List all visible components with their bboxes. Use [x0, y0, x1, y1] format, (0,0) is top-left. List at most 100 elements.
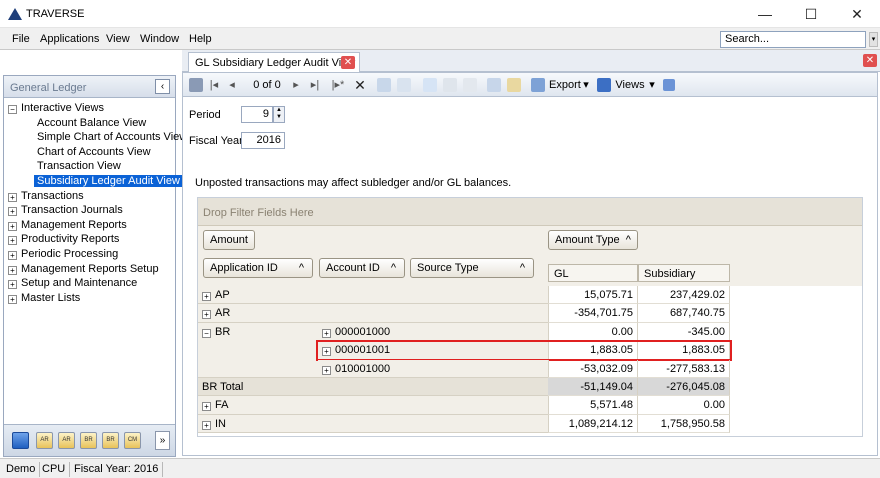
row-header-ar[interactable]: + AR — [198, 304, 548, 323]
search-input[interactable]: Search... — [720, 31, 866, 48]
close-tab-icon[interactable]: ✕ — [341, 56, 355, 69]
new-record-icon[interactable]: |▸* — [331, 77, 345, 93]
last-record-icon[interactable]: ▸| — [309, 77, 321, 93]
properties-icon[interactable] — [377, 78, 391, 92]
export-button[interactable]: Export — [549, 77, 581, 93]
cell-fa-gl[interactable]: 5,571.48 — [548, 396, 638, 415]
tab-gl-subsidiary-ledger-audit-view[interactable]: GL Subsidiary Ledger Audit View ✕ — [188, 52, 360, 72]
cell-ap-gl[interactable]: 15,075.71 — [548, 286, 638, 305]
expand-icon[interactable]: + — [8, 236, 17, 246]
menu-window[interactable]: Window — [140, 33, 179, 45]
tree-item-transaction-view[interactable]: Transaction View — [8, 159, 174, 174]
cell-br-000001000-gl[interactable]: 0.00 — [548, 322, 638, 342]
close-window-button[interactable]: ✕ — [834, 0, 880, 28]
subsidiary-column-header[interactable]: Subsidiary — [638, 264, 730, 282]
row-header-in[interactable]: + IN — [198, 414, 548, 434]
export-dropdown-icon[interactable]: ▾ — [581, 77, 591, 93]
export-icon[interactable] — [531, 78, 545, 92]
tree-item-transactions[interactable]: + Transactions — [8, 189, 174, 204]
settings-icon[interactable] — [443, 78, 457, 92]
menu-applications[interactable]: Applications — [40, 33, 99, 45]
next-record-icon[interactable]: ▸ — [291, 77, 301, 93]
expand-icon[interactable]: + — [8, 221, 17, 231]
row-header-ap[interactable]: + AP — [198, 286, 548, 305]
cell-in-subsidiary[interactable]: 1,758,950.58 — [638, 414, 730, 434]
undo-icon[interactable] — [397, 78, 411, 92]
refresh-icon[interactable] — [663, 79, 675, 91]
minimize-button[interactable]: — — [742, 0, 788, 28]
cell-ar-gl[interactable]: -354,701.75 — [548, 304, 638, 323]
tree-item-setup-and-maintenance[interactable]: + Setup and Maintenance — [8, 276, 174, 291]
collapse-icon[interactable]: − — [202, 328, 211, 338]
cell-fa-subsidiary[interactable]: 0.00 — [638, 396, 730, 415]
window-list-icon[interactable] — [12, 432, 29, 449]
expand-icon[interactable]: + — [8, 192, 17, 202]
menu-view[interactable]: View — [106, 33, 130, 45]
cell-ap-subsidiary[interactable]: 237,429.02 — [638, 286, 730, 305]
menu-file[interactable]: File — [12, 33, 30, 45]
expand-icon[interactable]: + — [202, 310, 211, 320]
tree-item-management-reports[interactable]: + Management Reports — [8, 218, 174, 233]
paste-icon[interactable] — [507, 78, 521, 92]
br-module-button-2[interactable]: BR — [102, 432, 119, 449]
row-header-br[interactable]: − BR — [198, 322, 318, 378]
views-dropdown-icon[interactable]: ▾ — [647, 77, 657, 93]
tree-item-master-lists[interactable]: + Master Lists — [8, 291, 174, 306]
save-icon[interactable] — [189, 78, 203, 92]
tree-item-management-reports-setup[interactable]: + Management Reports Setup — [8, 262, 174, 277]
gl-column-header[interactable]: GL — [548, 264, 638, 282]
tree-item-simple-chart-of-accounts-view[interactable]: Simple Chart of Accounts View — [8, 130, 187, 145]
cell-in-gl[interactable]: 1,089,214.12 — [548, 414, 638, 434]
tree-item-account-balance-view[interactable]: Account Balance View — [8, 116, 174, 131]
expand-icon[interactable]: + — [202, 292, 211, 301]
delete-icon[interactable]: ✕ — [353, 77, 367, 93]
cell-br-010001000-subsidiary[interactable]: -277,583.13 — [638, 359, 730, 378]
expand-icon[interactable]: + — [8, 294, 17, 304]
tree-item-subsidiary-ledger-audit-view[interactable]: Subsidiary Ledger Audit View — [8, 174, 183, 189]
views-icon[interactable] — [597, 78, 611, 92]
tree-item-productivity-reports[interactable]: + Productivity Reports — [8, 232, 174, 247]
expand-icon[interactable]: + — [322, 365, 331, 375]
more-modules-button[interactable]: » — [155, 431, 170, 450]
row-header-account-010001000[interactable]: +010001000 — [318, 359, 548, 378]
menu-help[interactable]: Help — [189, 33, 212, 45]
views-button[interactable]: Views — [615, 77, 645, 93]
ar-module-button[interactable]: AR — [58, 432, 75, 449]
amount-field-button[interactable]: Amount — [203, 230, 255, 250]
row-header-fa[interactable]: + FA — [198, 396, 548, 415]
expand-icon[interactable]: + — [322, 328, 331, 338]
filter-area[interactable]: Drop Filter Fields Here — [198, 198, 862, 226]
row-header-br-total[interactable]: BR Total — [198, 378, 548, 397]
ap-module-button[interactable]: AR — [36, 432, 53, 449]
mail-icon[interactable] — [463, 78, 477, 92]
period-input[interactable]: 9 — [241, 106, 273, 123]
br-module-button[interactable]: BR — [80, 432, 97, 449]
period-spinner[interactable]: ▲ ▼ — [273, 106, 285, 123]
fiscal-year-input[interactable]: 2016 — [241, 132, 285, 149]
cell-br-000001000-subsidiary[interactable]: -345.00 — [638, 322, 730, 342]
menu-scroll-button[interactable]: ▾ — [869, 32, 878, 47]
amount-type-field-button[interactable]: Amount Type ^ — [548, 230, 638, 250]
tree-item-periodic-processing[interactable]: + Periodic Processing — [8, 247, 174, 262]
first-record-icon[interactable]: |◂ — [209, 77, 219, 93]
tree-item-transaction-journals[interactable]: + Transaction Journals — [8, 203, 174, 218]
collapse-panel-button[interactable]: ‹ — [155, 79, 170, 94]
expand-icon[interactable]: + — [8, 207, 17, 217]
collapse-icon[interactable]: − — [8, 105, 17, 114]
tree-item-chart-of-accounts-view[interactable]: Chart of Accounts View — [8, 145, 174, 160]
cell-br-total-gl[interactable]: -51,149.04 — [548, 378, 638, 397]
expand-icon[interactable]: + — [202, 402, 211, 412]
cell-br-010001000-gl[interactable]: -53,032.09 — [548, 359, 638, 378]
cm-module-button[interactable]: CM — [124, 432, 141, 449]
maximize-button[interactable]: ☐ — [788, 0, 834, 28]
row-header-account-000001000[interactable]: +000001000 — [318, 322, 548, 342]
account-id-field-button[interactable]: Account ID ^ — [319, 258, 405, 278]
expand-icon[interactable]: + — [8, 250, 17, 260]
expand-icon[interactable]: + — [202, 420, 211, 430]
tree-item-interactive-views[interactable]: − Interactive Views — [8, 101, 174, 116]
expand-icon[interactable]: + — [8, 280, 17, 290]
cell-ar-subsidiary[interactable]: 687,740.75 — [638, 304, 730, 323]
copy-icon[interactable] — [487, 78, 501, 92]
application-id-field-button[interactable]: Application ID ^ — [203, 258, 313, 278]
close-all-tabs-icon[interactable]: ✕ — [863, 54, 877, 67]
